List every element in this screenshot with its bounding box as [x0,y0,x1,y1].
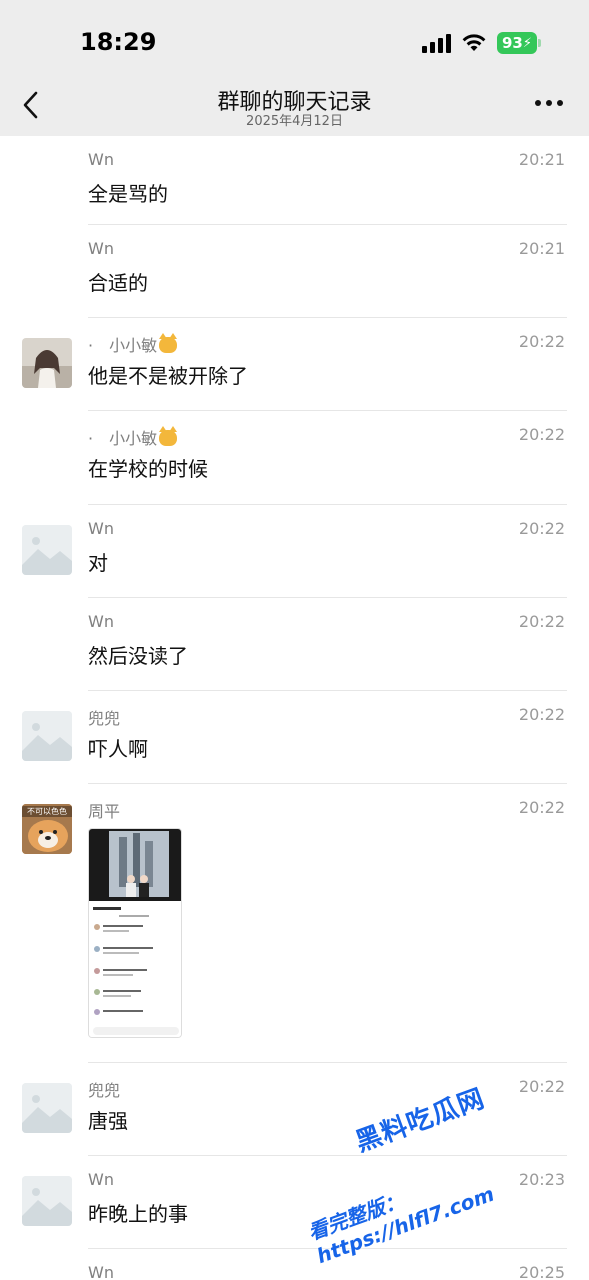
more-options-icon[interactable] [535,100,563,106]
sender-name: Wn [88,519,114,538]
message-time: 20:22 [518,425,565,444]
message-time: 20:21 [518,239,565,258]
message-text: 昨晚上的事 [88,1202,188,1226]
sender-label: 小小敏 [109,336,158,355]
shared-screenshot-image[interactable] [88,828,182,1038]
list-item[interactable]: Wn 20:25 [0,1249,589,1280]
sender-name: Wn [88,239,114,258]
message-time: 20:22 [518,612,565,631]
list-item[interactable]: Wn 20:22 然后没读了 [0,598,589,691]
avatar[interactable] [22,711,72,761]
wifi-icon [462,34,486,51]
list-item[interactable]: · 小小敏 20:22 在学校的时候 [0,411,589,505]
message-time: 20:22 [518,519,565,538]
list-item[interactable]: · 小小敏 20:22 他是不是被开除了 [0,318,589,411]
cellular-signal-icon [422,33,451,53]
list-item[interactable]: 兜兜 20:22 唐强 [0,1063,589,1156]
list-item[interactable]: Wn 20:21 合适的 [0,225,589,318]
list-item[interactable]: 兜兜 20:22 吓人啊 [0,691,589,784]
chat-record-list: Wn 20:21 全是骂的 Wn 20:21 合适的 · 小小敏 20:22 他是… [0,136,589,1280]
avatar[interactable]: 不可以色色 [22,804,72,854]
sender-name: 兜兜 [88,709,121,728]
message-text: 然后没读了 [88,644,188,668]
list-item[interactable]: Wn 20:21 全是骂的 [0,136,589,225]
page-subtitle-date: 2025年4月12日 [246,114,343,129]
sender-label: 小小敏 [109,429,158,448]
cat-emoji-icon [159,426,178,446]
sender-name: Wn [88,1263,114,1280]
message-time: 20:25 [518,1263,565,1280]
avatar[interactable] [22,1083,72,1133]
message-time: 20:22 [518,1077,565,1096]
sender-name: Wn [88,1170,114,1189]
message-text: 对 [88,551,108,575]
message-time: 20:22 [518,332,565,351]
header-area: 18:29 93 ⚡ 群聊的聊天记录 2025年4月12日 [0,0,589,136]
message-text: 在学校的时候 [88,457,208,481]
sender-prefix: · [88,429,94,448]
sender-name: 兜兜 [88,1081,121,1100]
sender-name: · 小小敏 [88,425,178,449]
sender-name: 周平 [88,802,121,821]
sender-name: Wn [88,150,114,169]
message-time: 20:22 [518,705,565,724]
status-icons: 93 ⚡ [422,30,541,56]
avatar[interactable] [22,525,72,575]
message-text: 吓人啊 [88,737,148,761]
list-item[interactable]: Wn 20:22 对 [0,505,589,598]
message-text: 他是不是被开除了 [88,364,248,388]
charging-bolt-icon: ⚡ [522,35,532,51]
avatar-caption: 不可以色色 [22,806,72,817]
battery-level: 93 [501,34,523,52]
sender-name: · 小小敏 [88,332,178,356]
list-item[interactable]: 不可以色色 周平 20:22 [0,784,589,1063]
status-time: 18:29 [80,28,157,56]
sender-name: Wn [88,612,114,631]
sender-prefix: · [88,336,94,355]
avatar[interactable] [22,338,72,388]
message-text: 全是骂的 [88,182,168,206]
message-text: 合适的 [88,271,148,295]
battery-indicator: 93 ⚡ [497,32,541,54]
cat-emoji-icon [159,333,178,353]
message-time: 20:22 [518,798,565,817]
message-text: 唐强 [88,1109,128,1133]
avatar[interactable] [22,1176,72,1226]
message-time: 20:21 [518,150,565,169]
